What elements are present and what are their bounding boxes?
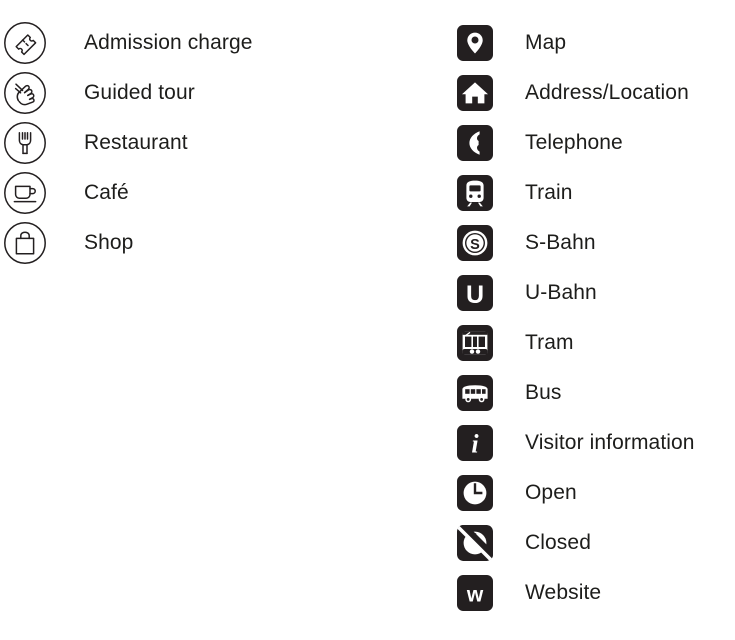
legend-item-telephone: Telephone — [455, 118, 735, 168]
legend-item-open: Open — [455, 468, 735, 518]
clock-open-icon — [455, 471, 495, 515]
legend-column-amenities: Admission charge Guided tour Restaurant … — [0, 0, 449, 640]
legend-item-label: Website — [525, 580, 602, 604]
telephone-icon — [455, 121, 495, 165]
info-icon: i — [455, 421, 495, 465]
legend-item-label: Map — [525, 30, 567, 54]
clock-closed-icon — [455, 521, 495, 565]
legend-item-cafe: Café — [3, 168, 449, 218]
legend-item-label: Café — [84, 180, 129, 204]
legend-item-guided-tour: Guided tour — [3, 68, 449, 118]
legend-column-services: Map Address/Location Telephone Train S S… — [449, 0, 735, 640]
map-pin-icon — [455, 21, 495, 65]
legend-item-label: Admission charge — [84, 30, 253, 54]
legend-container: Admission charge Guided tour Restaurant … — [0, 0, 735, 640]
legend-item-label: Restaurant — [84, 130, 188, 154]
legend-item-label: S-Bahn — [525, 230, 596, 254]
legend-item-label: Address/Location — [525, 80, 689, 104]
svg-text:w: w — [466, 583, 484, 606]
tram-icon — [455, 321, 495, 365]
shopping-bag-icon — [3, 221, 47, 265]
legend-item-label: Train — [525, 180, 573, 204]
svg-text:i: i — [471, 430, 479, 459]
bus-icon — [455, 371, 495, 415]
pointing-hand-icon — [3, 71, 47, 115]
legend-item-address-location: Address/Location — [455, 68, 735, 118]
legend-item-label: Closed — [525, 530, 591, 554]
u-bahn-icon: U — [455, 271, 495, 315]
legend-item-label: Telephone — [525, 130, 623, 154]
legend-item-label: U-Bahn — [525, 280, 597, 304]
legend-item-closed: Closed — [455, 518, 735, 568]
legend-item-tram: Tram — [455, 318, 735, 368]
legend-item-label: Shop — [84, 230, 134, 254]
legend-item-map: Map — [455, 18, 735, 68]
legend-item-label: Tram — [525, 330, 574, 354]
fork-icon — [3, 121, 47, 165]
legend-item-restaurant: Restaurant — [3, 118, 449, 168]
svg-text:S: S — [470, 237, 480, 253]
legend-item-admission-charge: Admission charge — [3, 18, 449, 68]
legend-item-bus: Bus — [455, 368, 735, 418]
website-w-icon: w — [455, 571, 495, 615]
ticket-icon — [3, 21, 47, 65]
legend-item-s-bahn: S S-Bahn — [455, 218, 735, 268]
train-icon — [455, 171, 495, 215]
legend-item-label: Bus — [525, 380, 562, 404]
legend-item-visitor-information: i Visitor information — [455, 418, 735, 468]
legend-item-label: Open — [525, 480, 577, 504]
s-bahn-icon: S — [455, 221, 495, 265]
legend-item-shop: Shop — [3, 218, 449, 268]
legend-item-u-bahn: U U-Bahn — [455, 268, 735, 318]
svg-text:U: U — [466, 281, 484, 309]
legend-item-label: Visitor information — [525, 430, 695, 454]
house-icon — [455, 71, 495, 115]
legend-item-website: w Website — [455, 568, 735, 618]
legend-item-train: Train — [455, 168, 735, 218]
legend-item-label: Guided tour — [84, 80, 195, 104]
coffee-cup-icon — [3, 171, 47, 215]
